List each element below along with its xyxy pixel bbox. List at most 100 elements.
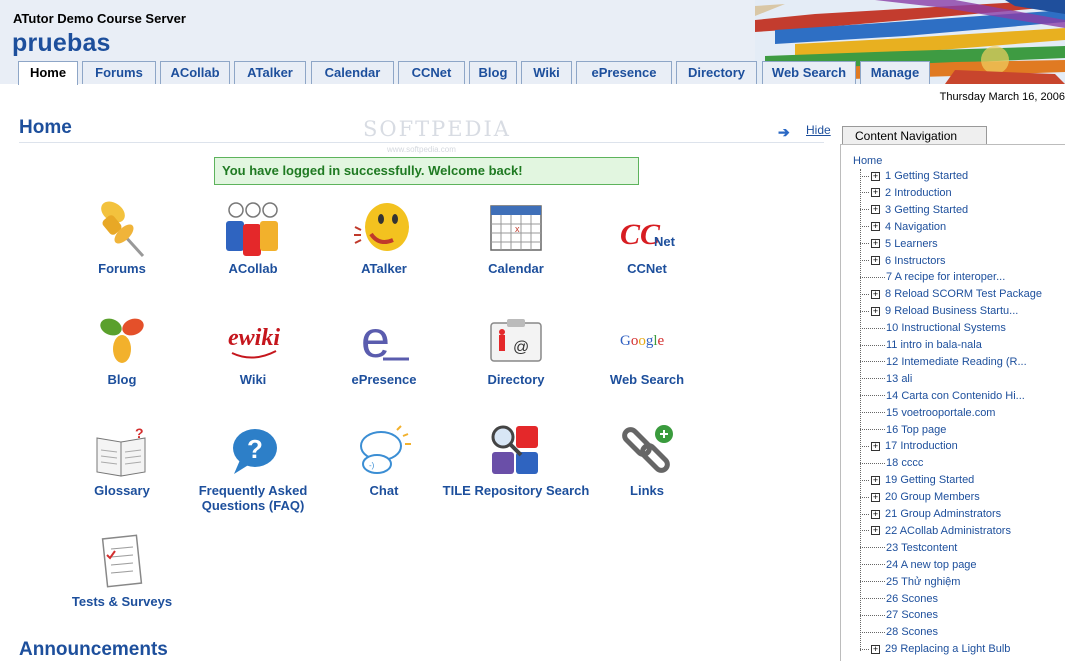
nav-item-number[interactable]: 12 [886, 356, 898, 368]
tool-tests-surveys[interactable]: Tests & Surveys [47, 533, 197, 609]
tab-blog[interactable]: Blog [469, 61, 517, 84]
tab-home[interactable]: Home [18, 61, 78, 85]
expand-plus-icon[interactable]: + [871, 644, 880, 654]
nav-item-title[interactable]: Getting Started [894, 170, 968, 182]
nav-item-title[interactable]: intro in bala-nala [900, 339, 981, 351]
tab-directory[interactable]: Directory [676, 61, 757, 84]
tool-directory[interactable]: @ Directory [441, 311, 591, 387]
tool-links[interactable]: Links [572, 422, 722, 498]
nav-tree-item[interactable]: 10 Instructional Systems [860, 320, 1006, 336]
nav-tree-item[interactable]: 12 Intemediate Reading (R... [860, 354, 1027, 370]
nav-tree-item[interactable]: +19 Getting Started [860, 472, 974, 488]
nav-tree-item[interactable]: +8 Reload SCORM Test Package [860, 286, 1042, 302]
nav-item-number[interactable]: 3 [885, 204, 891, 216]
nav-tree-item[interactable]: 13 ali [860, 371, 912, 387]
nav-tree-item[interactable]: +20 Group Members [860, 489, 980, 505]
nav-item-number[interactable]: 15 [886, 407, 898, 419]
nav-tree-item[interactable]: 14 Carta con Contenido Hi... [860, 388, 1025, 404]
nav-item-title[interactable]: Thử nghiệm [901, 576, 960, 588]
nav-item-number[interactable]: 23 [886, 542, 898, 554]
tool-wiki[interactable]: ewiki Wiki [178, 311, 328, 387]
nav-tree-item[interactable]: +29 Replacing a Light Bulb [860, 641, 1010, 657]
nav-item-number[interactable]: 17 [885, 440, 897, 452]
tool-tile-repository-search[interactable]: TILE Repository Search [441, 422, 591, 498]
nav-item-number[interactable]: 21 [885, 508, 897, 520]
nav-item-number[interactable]: 8 [885, 288, 891, 300]
nav-item-number[interactable]: 10 [886, 322, 898, 334]
nav-item-number[interactable]: 1 [885, 170, 891, 182]
expand-plus-icon[interactable]: + [871, 526, 880, 536]
tool-ccnet[interactable]: CC Net CCNet [572, 200, 722, 276]
nav-item-number[interactable]: 2 [885, 187, 891, 199]
expand-plus-icon[interactable]: + [871, 171, 880, 181]
nav-item-title[interactable]: Introduction [894, 187, 951, 199]
nav-item-number[interactable]: 22 [885, 525, 897, 537]
nav-item-title[interactable]: Top page [901, 424, 946, 436]
expand-plus-icon[interactable]: + [871, 256, 880, 266]
nav-item-title[interactable]: Replacing a Light Bulb [900, 643, 1010, 655]
nav-item-title[interactable]: Learners [894, 238, 937, 250]
nav-item-number[interactable]: 5 [885, 238, 891, 250]
expand-plus-icon[interactable]: + [871, 441, 880, 451]
tool-blog[interactable]: Blog [47, 311, 197, 387]
nav-item-title[interactable]: cccc [901, 457, 923, 469]
tab-calendar[interactable]: Calendar [311, 61, 394, 84]
nav-item-number[interactable]: 14 [886, 390, 898, 402]
nav-item-title[interactable]: Group Adminstrators [900, 508, 1001, 520]
nav-tree-item[interactable]: 28 Scones [860, 624, 938, 640]
expand-plus-icon[interactable]: + [871, 509, 880, 519]
nav-tree-item[interactable]: 11 intro in bala-nala [860, 337, 982, 353]
tab-epresence[interactable]: ePresence [576, 61, 672, 84]
expand-plus-icon[interactable]: + [871, 492, 880, 502]
tab-wiki[interactable]: Wiki [521, 61, 572, 84]
nav-tree-item[interactable]: +9 Reload Business Startu... [860, 303, 1018, 319]
nav-item-title[interactable]: Reload SCORM Test Package [894, 288, 1042, 300]
nav-tree-item[interactable]: +17 Introduction [860, 438, 958, 454]
tab-forums[interactable]: Forums [82, 61, 156, 84]
nav-tree-item[interactable]: 24 A new top page [860, 557, 977, 573]
tab-manage[interactable]: Manage [860, 61, 930, 84]
tool-faq[interactable]: ? Frequently Asked Questions (FAQ) [178, 422, 328, 513]
nav-item-number[interactable]: 29 [885, 643, 897, 655]
nav-item-title[interactable]: A new top page [901, 559, 977, 571]
tool-atalker[interactable]: ATalker [309, 200, 459, 276]
nav-item-number[interactable]: 26 [886, 593, 898, 605]
nav-item-number[interactable]: 13 [886, 373, 898, 385]
tool-forums[interactable]: Forums [47, 200, 197, 276]
tab-ccnet[interactable]: CCNet [398, 61, 465, 84]
hide-menu-link[interactable]: Hide [806, 123, 831, 137]
tool-glossary[interactable]: ? Glossary [47, 422, 197, 498]
nav-item-title[interactable]: Scones [901, 626, 938, 638]
nav-tree-item[interactable]: +1 Getting Started [860, 168, 968, 184]
nav-item-title[interactable]: A recipe for interoper... [895, 271, 1006, 283]
expand-plus-icon[interactable]: + [871, 222, 880, 232]
expand-plus-icon[interactable]: + [871, 205, 880, 215]
nav-tree-item[interactable]: 25 Thử nghiệm [860, 574, 960, 590]
nav-tree-item[interactable]: +6 Instructors [860, 253, 946, 269]
nav-item-number[interactable]: 6 [885, 255, 891, 267]
nav-home-link[interactable]: Home [853, 155, 882, 167]
nav-tree-item[interactable]: 26 Scones [860, 591, 938, 607]
nav-item-title[interactable]: Intemediate Reading (R... [901, 356, 1026, 368]
nav-item-title[interactable]: Reload Business Startu... [894, 305, 1018, 317]
nav-tree-item[interactable]: 15 voetrooportale.com [860, 405, 995, 421]
nav-item-number[interactable]: 16 [886, 424, 898, 436]
nav-item-number[interactable]: 18 [886, 457, 898, 469]
nav-item-title[interactable]: ali [901, 373, 912, 385]
nav-item-number[interactable]: 27 [886, 609, 898, 621]
tool-web-search[interactable]: Google Web Search [572, 311, 722, 387]
nav-item-title[interactable]: Navigation [894, 221, 946, 233]
nav-item-title[interactable]: voetrooportale.com [901, 407, 995, 419]
expand-plus-icon[interactable]: + [871, 306, 880, 316]
tool-chat[interactable]: -) Chat [309, 422, 459, 498]
nav-item-title[interactable]: Scones [901, 609, 938, 621]
tab-acollab[interactable]: ACollab [160, 61, 230, 84]
nav-item-title[interactable]: Getting Started [894, 204, 968, 216]
nav-tree-item[interactable]: 27 Scones [860, 607, 938, 623]
nav-item-number[interactable]: 24 [886, 559, 898, 571]
expand-plus-icon[interactable]: + [871, 289, 880, 299]
nav-item-number[interactable]: 19 [885, 474, 897, 486]
nav-item-number[interactable]: 28 [886, 626, 898, 638]
nav-item-number[interactable]: 11 [886, 339, 897, 351]
nav-tree-item[interactable]: 16 Top page [860, 422, 946, 438]
